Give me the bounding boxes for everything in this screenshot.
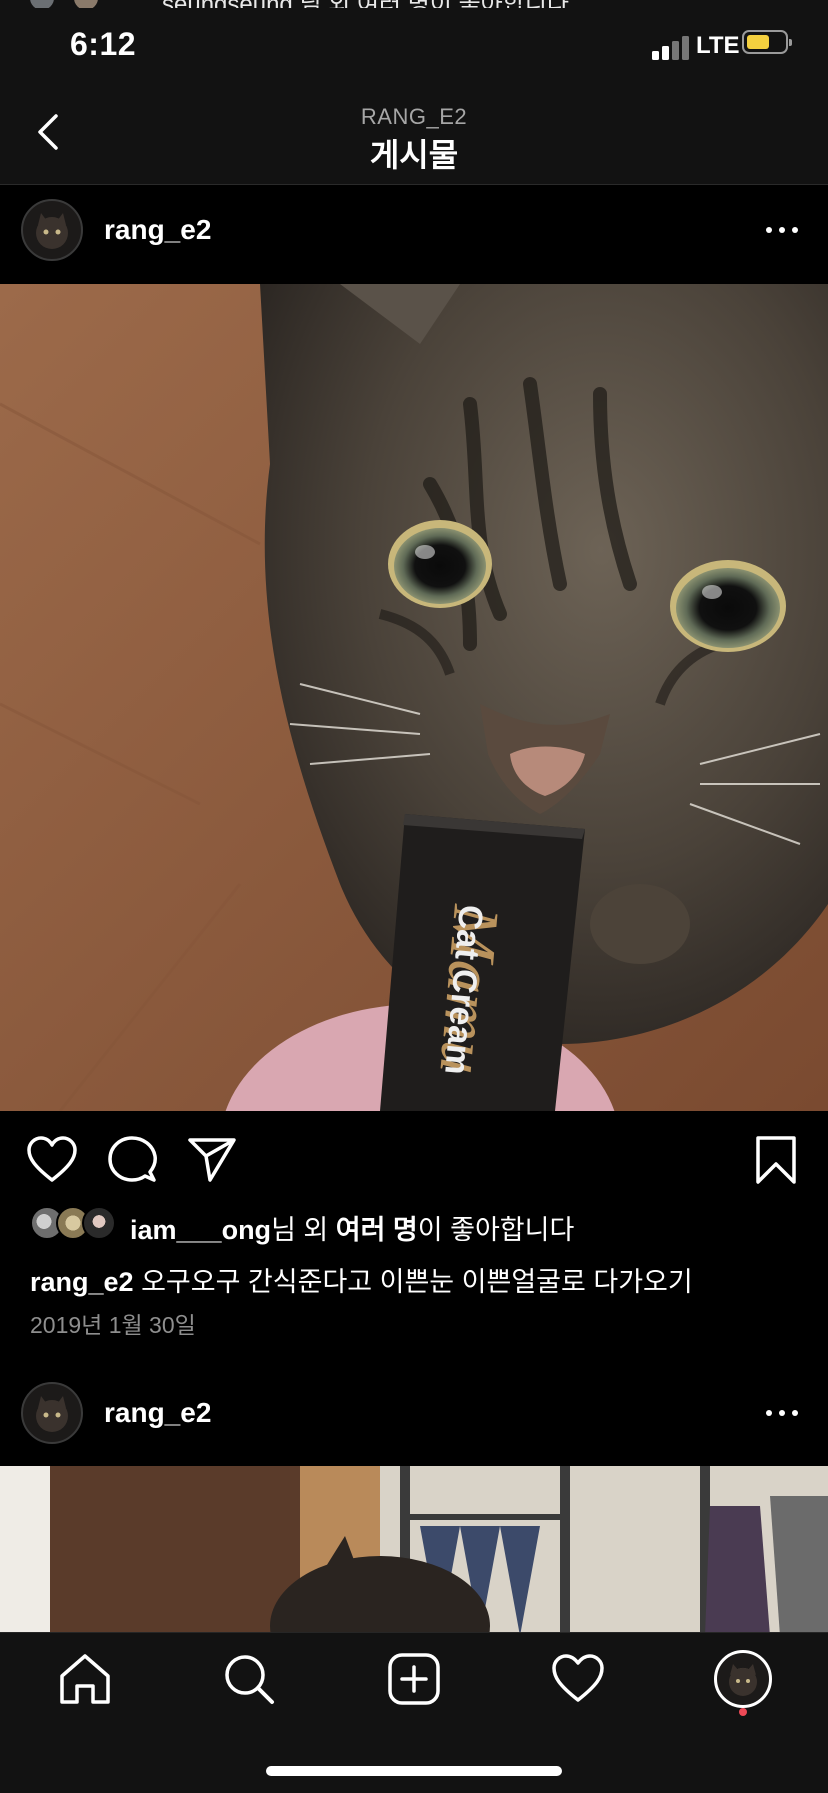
avatar	[729, 1664, 757, 1696]
home-indicator	[266, 1766, 562, 1776]
home-icon	[60, 1654, 110, 1704]
tab-profile[interactable]	[714, 1650, 772, 1708]
like-button[interactable]	[26, 1134, 78, 1186]
post-avatar[interactable]	[21, 1382, 83, 1444]
post-date: 2019년 1월 30일	[30, 1312, 196, 1338]
peek-text: seungseung 님 외 여러 명이 좋아합니다	[162, 0, 569, 8]
likes-text-part: 이 좋아합니다	[417, 1215, 575, 1245]
notification-dot	[739, 1708, 747, 1716]
tab-add[interactable]	[385, 1650, 443, 1708]
comment-button[interactable]	[106, 1134, 158, 1186]
send-icon	[188, 1138, 236, 1182]
tab-search[interactable]	[220, 1650, 278, 1708]
post-avatar[interactable]	[21, 199, 83, 261]
more-options-button[interactable]	[766, 1408, 800, 1418]
liker-username[interactable]: iam___ong	[130, 1215, 271, 1245]
bookmark-icon	[756, 1136, 796, 1184]
save-button[interactable]	[750, 1134, 802, 1186]
tab-home[interactable]	[56, 1650, 114, 1708]
caption-username[interactable]: rang_e2	[30, 1267, 134, 1297]
more-options-button[interactable]	[766, 225, 800, 235]
network-label: LTE	[696, 32, 740, 59]
heart-icon	[27, 1136, 77, 1182]
avatar	[74, 0, 98, 8]
post-username[interactable]: rang_e2	[104, 1397, 211, 1429]
header-subtitle: RANG_E2	[360, 104, 468, 129]
page-title: 게시물	[369, 137, 459, 173]
room-photo	[0, 1466, 828, 1636]
tab-activity[interactable]	[549, 1650, 607, 1708]
post-photo[interactable]: Mamu . Cat Cream	[0, 284, 828, 1111]
plus-square-icon	[388, 1653, 440, 1705]
heart-icon	[552, 1654, 604, 1702]
comment-icon	[108, 1136, 157, 1182]
cat-avatar-image	[36, 1396, 68, 1432]
share-button[interactable]	[186, 1134, 238, 1186]
post-photo[interactable]	[0, 1466, 828, 1636]
signal-icon	[652, 36, 690, 60]
cat-avatar-image	[36, 213, 68, 249]
previous-content-peek: seungseung 님 외 여러 명이 좋아합니다	[0, 0, 828, 8]
likes-text-part: 님 외	[271, 1215, 336, 1245]
post-username[interactable]: rang_e2	[104, 214, 211, 246]
likes-summary[interactable]: iam___ong님 외 여러 명이 좋아합니다	[130, 1208, 574, 1247]
status-time: 6:12	[70, 26, 137, 62]
cat-photo: Mamu . Cat Cream	[0, 284, 828, 1111]
search-icon	[225, 1655, 274, 1704]
avatar	[82, 1206, 116, 1240]
likes-others[interactable]: 여러 명	[336, 1215, 418, 1245]
avatar	[30, 0, 54, 8]
caption-text: 오구오구 간식준다고 이쁜눈 이쁜얼굴로 다가오기	[133, 1267, 693, 1297]
battery-icon	[742, 30, 792, 54]
post-caption: rang_e2 오구오구 간식준다고 이쁜눈 이쁜얼굴로 다가오기	[30, 1260, 693, 1299]
